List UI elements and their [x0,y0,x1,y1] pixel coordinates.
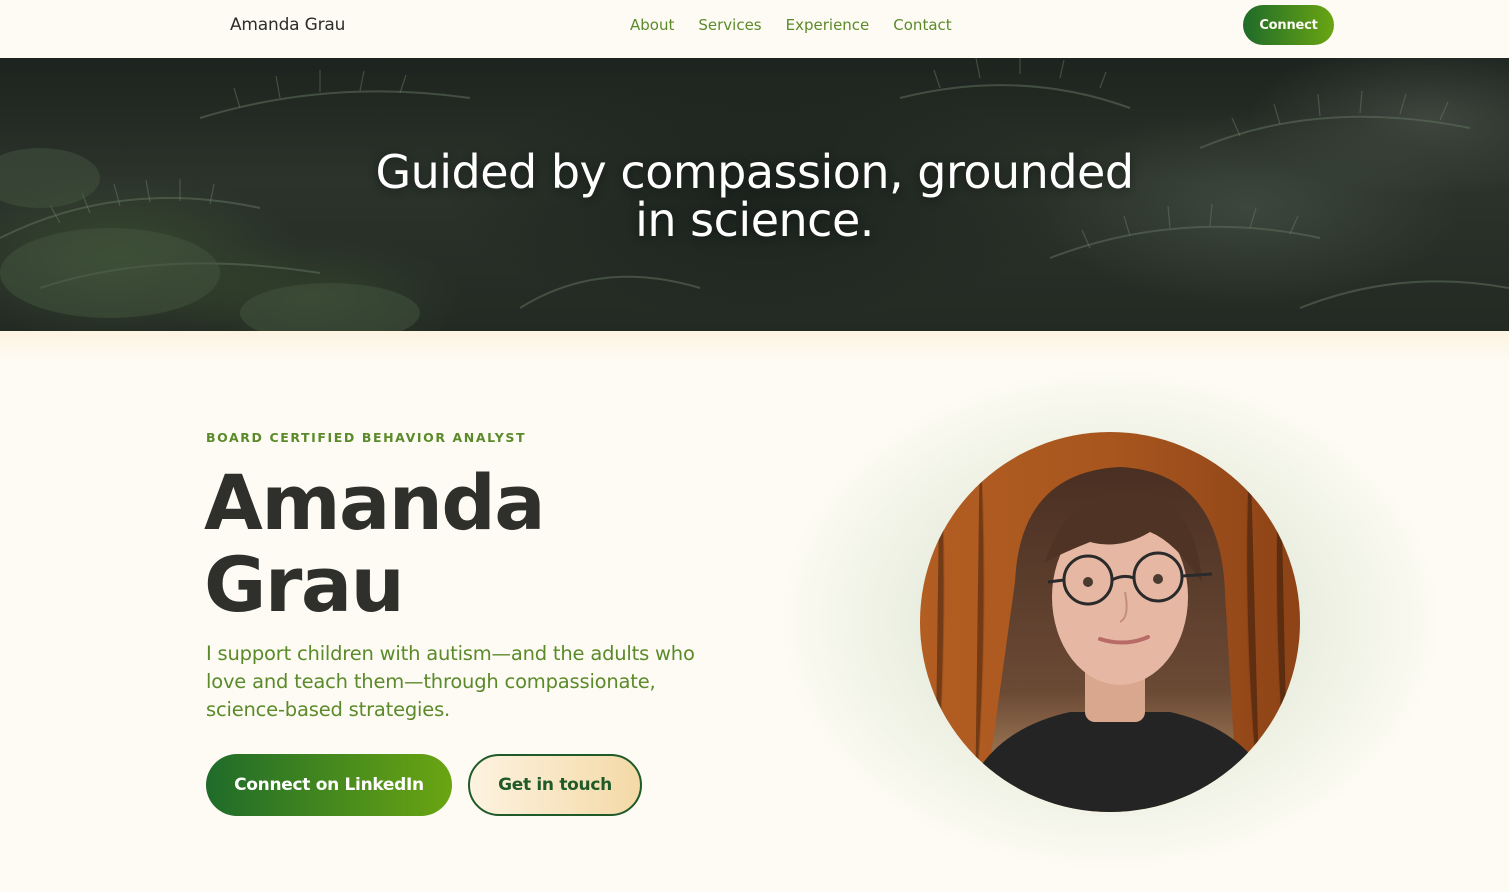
nav-link-services[interactable]: Services [698,16,761,34]
hero-name: Amanda Grau [204,462,624,626]
hero-description: I support children with autism—and the a… [206,642,695,721]
banner-fade-divider [0,331,1509,361]
profile-photo [920,432,1300,812]
brand-link[interactable]: Amanda Grau [230,15,345,35]
nav-link-contact[interactable]: Contact [893,16,951,34]
portrait-illustration [920,432,1300,812]
banner-headline-line-2: in science. [635,193,874,247]
banner-headline-line-1: Guided by compassion, grounded [375,145,1134,199]
top-navigation: Amanda Grau About Services Experience Co… [0,0,1509,58]
nav-links: About Services Experience Contact [630,16,952,34]
connect-button[interactable]: Connect [1243,5,1334,45]
banner-headline: Guided by compassion, grounded in scienc… [0,148,1509,244]
get-in-touch-button[interactable]: Get in touch [468,754,642,816]
hero-name-last: Grau [204,540,405,629]
hero-name-first: Amanda [204,458,546,547]
nav-link-about[interactable]: About [630,16,674,34]
hero-banner: Guided by compassion, grounded in scienc… [0,58,1509,331]
nav-link-experience[interactable]: Experience [786,16,870,34]
credential-eyebrow: BOARD CERTIFIED BEHAVIOR ANALYST [206,430,527,445]
connect-linkedin-button[interactable]: Connect on LinkedIn [206,754,452,816]
